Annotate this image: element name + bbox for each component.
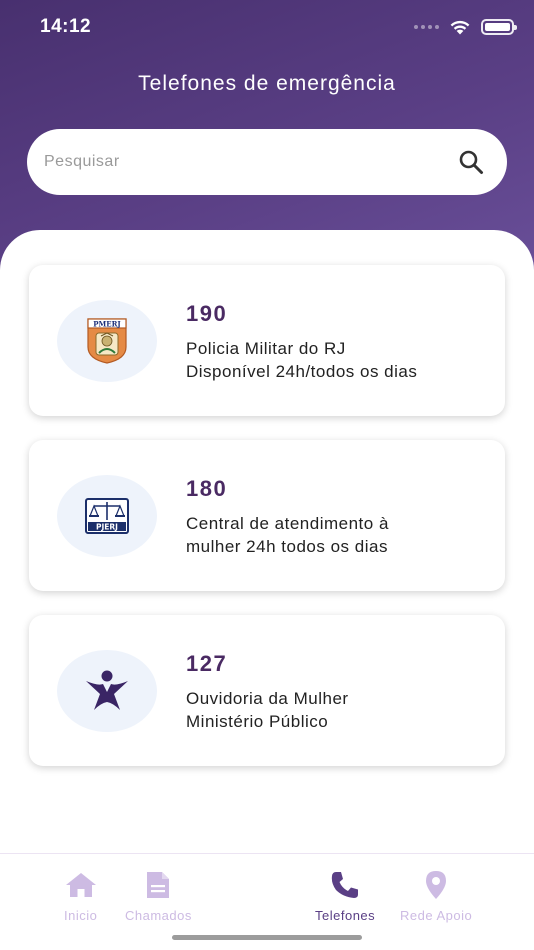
tab-label: Telefones <box>315 908 376 923</box>
pjerj-logo-icon: PJERJ <box>57 475 157 557</box>
phone-icon <box>329 870 361 900</box>
description-line: mulher 24h todos os dias <box>186 537 388 556</box>
description-line: Ouvidoria da Mulher <box>186 689 349 708</box>
phone-number: 190 <box>186 301 228 326</box>
search-icon[interactable] <box>457 148 485 176</box>
content-panel: PMERJ 190 Policia Militar do RJ Disponív… <box>0 230 534 855</box>
woman-figure-icon <box>57 650 157 732</box>
description-line: Central de atendimento à <box>186 514 389 533</box>
document-icon <box>145 870 171 900</box>
home-indicator <box>172 935 362 940</box>
svg-text:PMERJ: PMERJ <box>93 320 121 329</box>
page-title: Telefones de emergência <box>138 72 396 95</box>
location-pin-icon <box>424 870 448 900</box>
phone-number: 180 <box>186 476 228 501</box>
emergency-card-127[interactable]: 127 Ouvidoria da Mulher Ministério Públi… <box>29 615 505 766</box>
tab-inicio[interactable]: Inicio <box>64 870 97 923</box>
tab-label: Chamados <box>125 908 192 923</box>
status-icons <box>414 17 517 37</box>
svg-text:PJERJ: PJERJ <box>96 523 118 532</box>
battery-icon <box>481 19 517 35</box>
cellular-signal-icon <box>414 25 439 29</box>
description-line: Ministério Público <box>186 712 329 731</box>
description-line: Disponível 24h/todos os dias <box>186 362 418 381</box>
phone-description: Central de atendimento à mulher 24h todo… <box>186 512 496 558</box>
status-time: 14:12 <box>40 16 92 37</box>
tab-chamados[interactable]: Chamados <box>125 870 192 923</box>
home-icon <box>65 870 97 900</box>
search-bar[interactable] <box>27 129 507 195</box>
search-input[interactable] <box>44 153 457 171</box>
phone-number: 127 <box>186 651 228 676</box>
description-line: Policia Militar do RJ <box>186 339 346 358</box>
wifi-icon <box>450 20 470 35</box>
emergency-card-190[interactable]: PMERJ 190 Policia Militar do RJ Disponív… <box>29 265 505 416</box>
phone-description: Policia Militar do RJ Disponível 24h/tod… <box>186 337 496 383</box>
pmerj-logo-icon: PMERJ <box>57 300 157 382</box>
tab-rede-apoio[interactable]: Rede Apoio <box>400 870 472 923</box>
tab-label: Rede Apoio <box>400 908 473 923</box>
tab-telefones[interactable]: Telefones <box>315 870 375 923</box>
phone-description: Ouvidoria da Mulher Ministério Público <box>186 687 496 733</box>
status-bar: 14:12 <box>0 0 534 54</box>
emergency-card-180[interactable]: PJERJ 180 Central de atendimento à mulhe… <box>29 440 505 591</box>
tab-label: Inicio <box>64 908 98 923</box>
